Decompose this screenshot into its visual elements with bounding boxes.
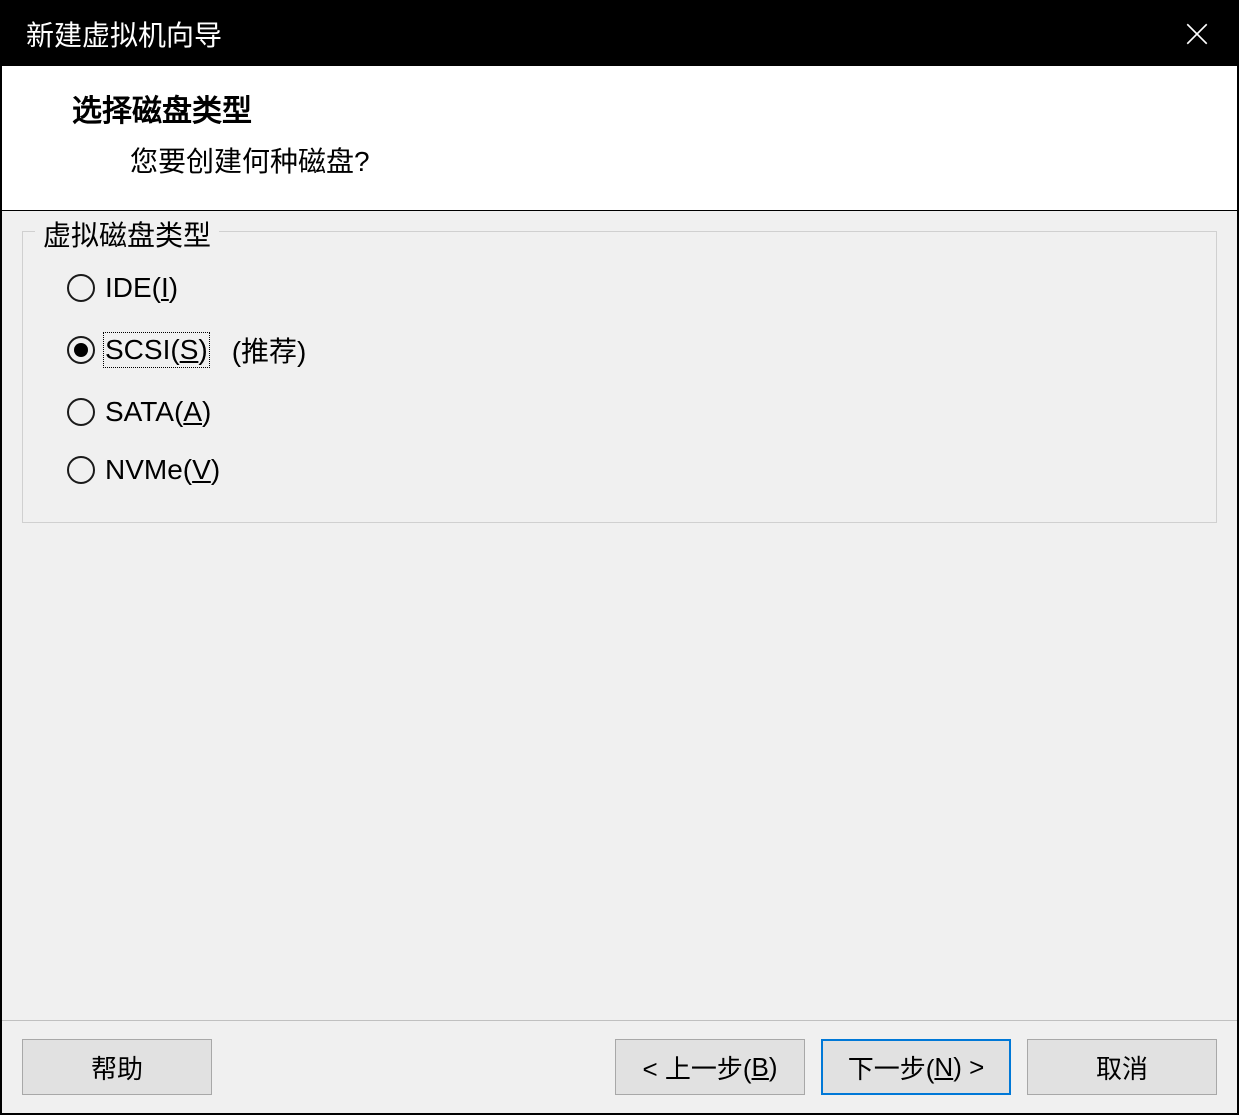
radio-option-nvme[interactable]: NVMe(V)	[67, 454, 1186, 486]
cancel-button[interactable]: 取消	[1027, 1039, 1217, 1095]
wizard-header: 选择磁盘类型 您要创建何种磁盘?	[2, 66, 1237, 211]
radio-icon	[67, 398, 95, 426]
radio-icon	[67, 274, 95, 302]
radio-icon	[67, 336, 95, 364]
close-icon	[1184, 21, 1210, 47]
radio-label-scsi: SCSI(S)	[105, 334, 208, 366]
radio-option-sata[interactable]: SATA(A)	[67, 396, 1186, 428]
disk-type-radio-group: IDE(I) SCSI(S) (推荐) SATA(A) NVMe(V)	[53, 272, 1186, 486]
window-title: 新建虚拟机向导	[26, 14, 222, 54]
radio-option-ide[interactable]: IDE(I)	[67, 272, 1186, 304]
titlebar: 新建虚拟机向导	[2, 2, 1237, 66]
page-title: 选择磁盘类型	[72, 86, 1237, 130]
content-area: 虚拟磁盘类型 IDE(I) SCSI(S) (推荐) SATA(A)	[2, 211, 1237, 1020]
disk-type-fieldset: 虚拟磁盘类型 IDE(I) SCSI(S) (推荐) SATA(A)	[22, 231, 1217, 523]
close-button[interactable]	[1177, 14, 1217, 54]
wizard-footer: 帮助 < 上一步(B) 下一步(N) > 取消	[2, 1020, 1237, 1113]
radio-label-ide: IDE(I)	[105, 272, 178, 304]
radio-icon	[67, 456, 95, 484]
fieldset-legend: 虚拟磁盘类型	[35, 214, 219, 254]
page-subtitle: 您要创建何种磁盘?	[72, 140, 1237, 180]
back-button[interactable]: < 上一步(B)	[615, 1039, 805, 1095]
radio-option-scsi[interactable]: SCSI(S) (推荐)	[67, 330, 1186, 370]
radio-label-sata: SATA(A)	[105, 396, 211, 428]
help-button[interactable]: 帮助	[22, 1039, 212, 1095]
next-button[interactable]: 下一步(N) >	[821, 1039, 1011, 1095]
recommended-note: (推荐)	[232, 330, 307, 370]
wizard-window: 新建虚拟机向导 选择磁盘类型 您要创建何种磁盘? 虚拟磁盘类型 IDE(I) S…	[0, 0, 1239, 1115]
radio-label-nvme: NVMe(V)	[105, 454, 220, 486]
